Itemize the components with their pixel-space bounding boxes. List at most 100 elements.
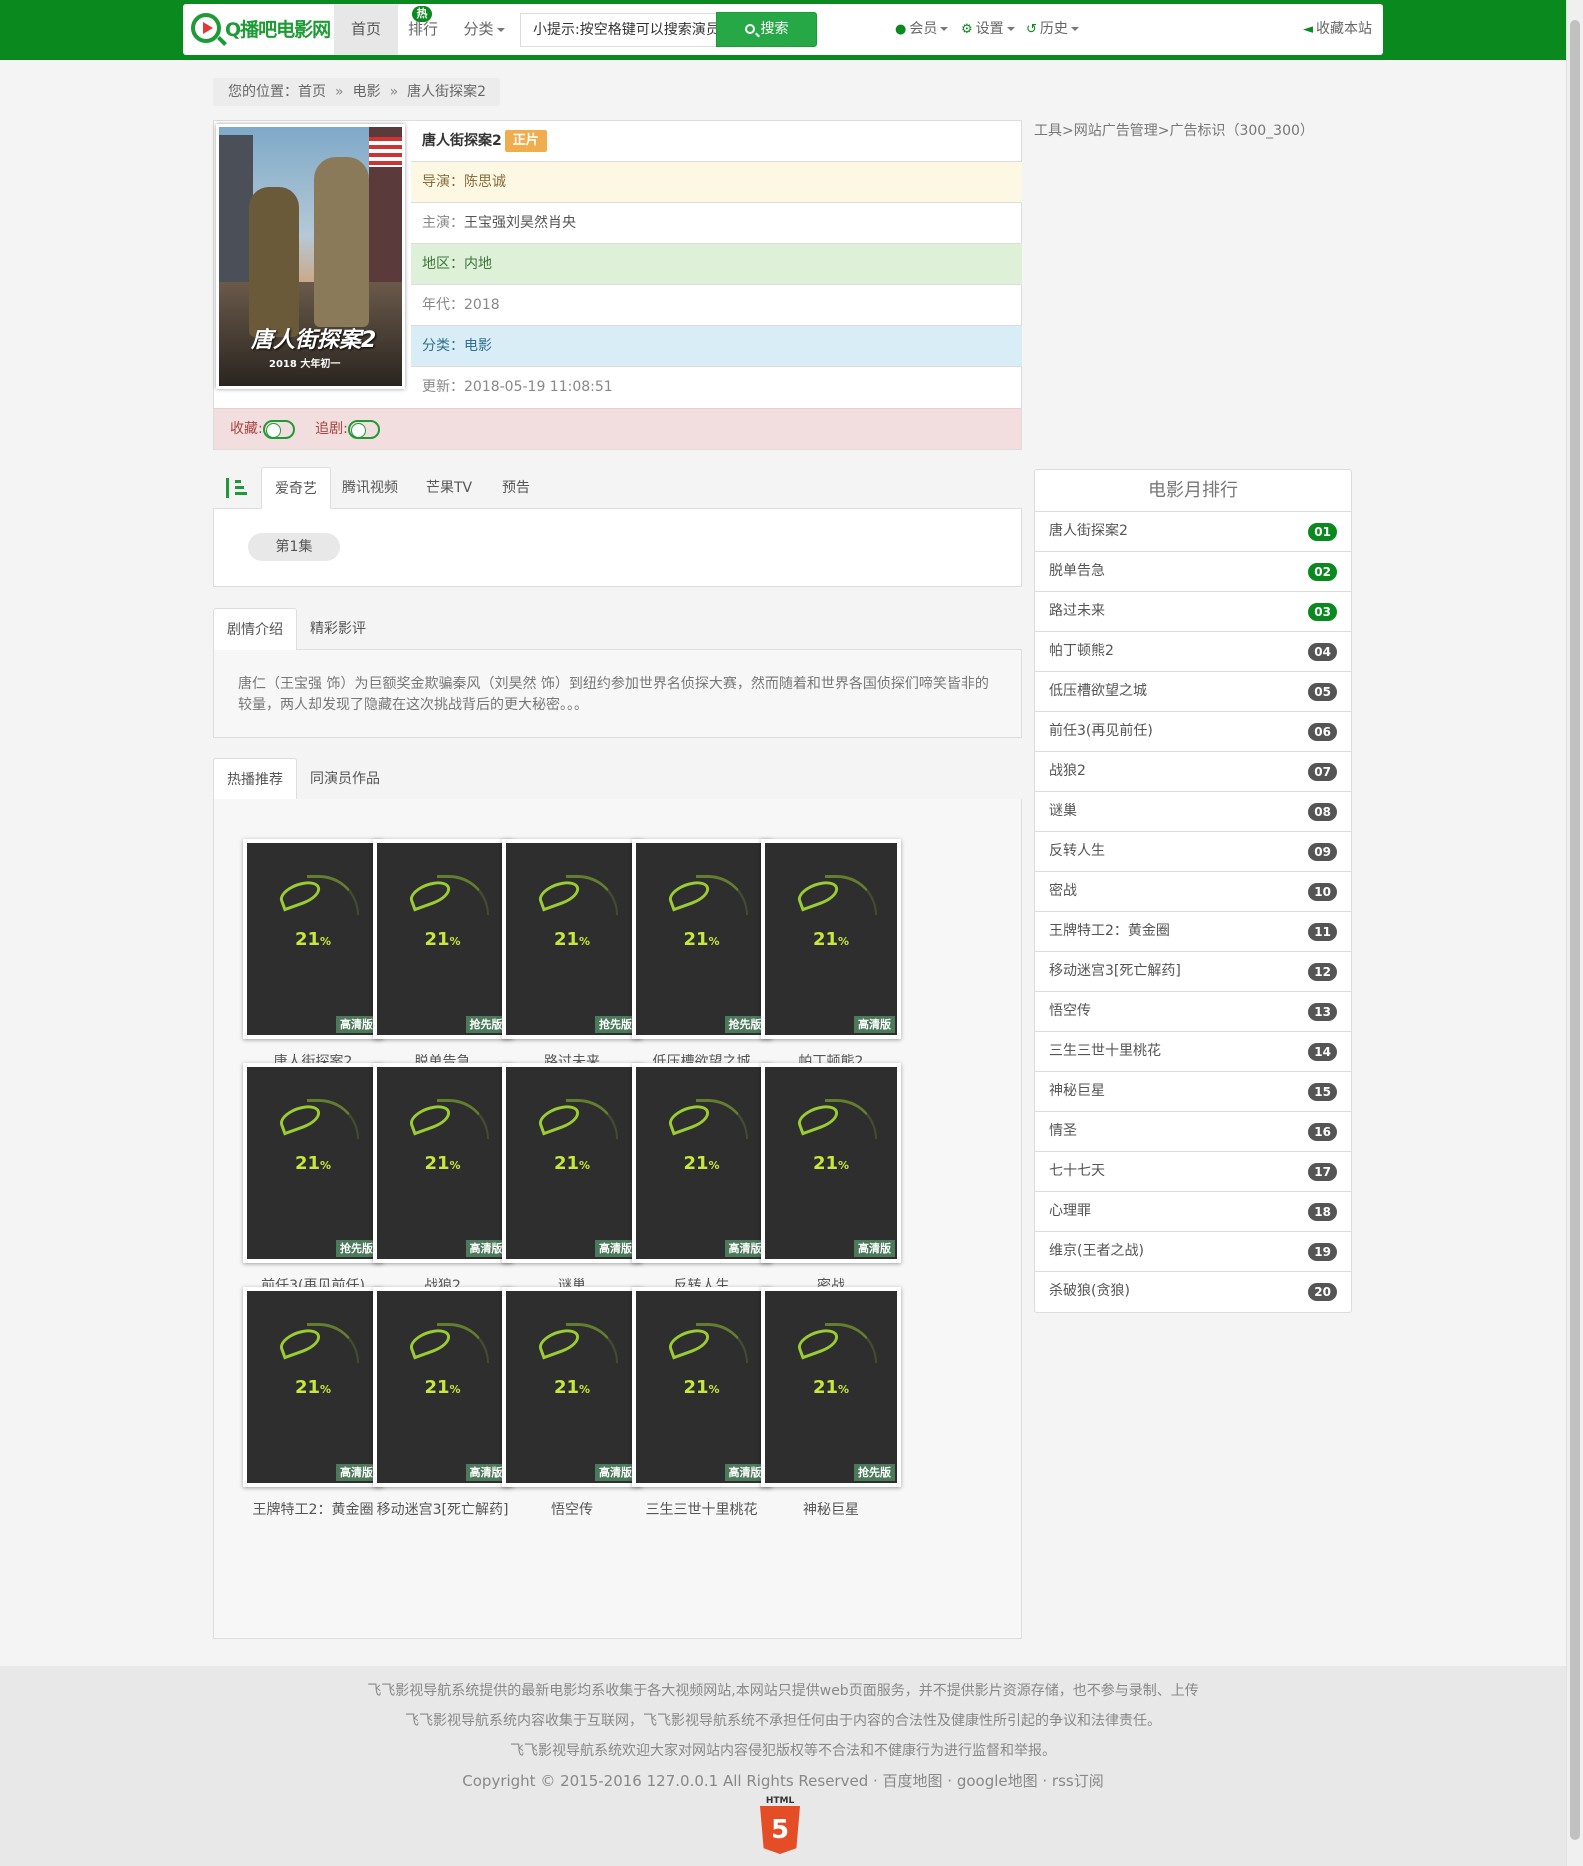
nav-rank-label: 排行 [407,20,438,38]
loading-percent: 21% [553,1377,591,1398]
tab-plot[interactable]: 剧情介绍 [213,608,297,651]
list-item[interactable]: 王牌特工2：黄金圈 11 [1035,912,1351,952]
director-value[interactable]: 陈思诚 [464,174,506,190]
tab-hot[interactable]: 热播推荐 [213,758,297,801]
tab-tencent[interactable]: 腾讯视频 [329,467,411,509]
bookmark-link[interactable]: ◄ 收藏本站 [1303,4,1372,55]
rank-movie-name: 杀破狼(贪狼) [1049,1283,1130,1299]
list-item[interactable]: 唐人街探案2 01 [1035,512,1351,552]
movie-thumbnail[interactable]: 21% 高清版 [243,839,383,1039]
search-input[interactable]: 小提示:按空格键可以搜索演员 [520,13,716,47]
movie-detail: 唐人街探案2 2018 大年初一 唐人街探案2 正片 导演：陈思诚 主演：王宝强刘… [213,120,1022,450]
loading-percent: 21% [812,1377,850,1398]
area-value[interactable]: 内地 [464,256,492,272]
rank-number-badge: 05 [1308,683,1337,701]
tab-trailer[interactable]: 预告 [489,467,543,509]
tab-reviews[interactable]: 精彩影评 [297,608,379,650]
movie-thumbnail[interactable]: 21% 抢先版 [502,839,642,1039]
list-item[interactable]: 杀破狼(贪狼) 20 [1035,1272,1351,1312]
list-item[interactable]: 三生三世十里桃花 14 [1035,1032,1351,1072]
movie-thumbnail[interactable]: 21% 高清版 [631,1287,772,1487]
actors-value[interactable]: 王宝强刘昊然肖央 [464,215,576,231]
rank-number-badge: 10 [1308,883,1337,901]
movie-thumbnail[interactable]: 21% 抢先版 [243,1063,383,1263]
caret-down-icon [1006,27,1015,31]
list-item[interactable]: 战狼2 07 [1035,752,1351,792]
breadcrumb-movie[interactable]: 电影 [353,84,381,100]
loading-placeholder: 21% 抢先版 [765,1291,897,1483]
loading-percent: 21% [294,1377,332,1398]
movie-thumbnail[interactable]: 21% 高清版 [502,1287,642,1487]
footer-line-3: 飞飞影视导航系统欢迎大家对网站内容侵犯版权等不合法和不健康行为进行监督和举报。 [510,1743,1056,1759]
list-item[interactable]: 移动迷宫3[死亡解药] 12 [1035,952,1351,992]
movie-thumbnail[interactable]: 21% 抢先版 [631,839,772,1039]
top-bar: Q播吧电影网 首页 热 排行 分类 小提示:按空格键可以搜索演员 搜索 ● 会员 … [0,0,1566,60]
movie-thumbnail[interactable]: 21% 抢先版 [372,839,513,1039]
movie-thumbnail[interactable]: 21% 高清版 [372,1063,513,1263]
favorite-toggle[interactable] [262,419,295,439]
scrollbar-thumb[interactable] [1570,20,1580,1840]
rank-movie-name: 王牌特工2：黄金圈 [1049,923,1170,939]
site-logo[interactable]: Q播吧电影网 [191,13,331,46]
rank-movie-name: 路过未来 [1049,603,1105,619]
rank-movie-name: 低压槽欲望之城 [1049,683,1147,699]
list-item[interactable]: 路过未来 03 [1035,592,1351,632]
nav-category[interactable]: 分类 [448,4,520,55]
breadcrumb-prefix: 您的位置： [228,84,298,100]
list-item[interactable]: 帕丁顿熊2 04 [1035,632,1351,672]
logo-text: Q播吧电影网 [225,18,331,41]
movie-poster[interactable]: 唐人街探案2 2018 大年初一 [216,124,405,389]
list-item[interactable]: 密战 10 [1035,872,1351,912]
movie-thumbnail[interactable]: 21% 高清版 [243,1287,383,1487]
hot-badge: 热 [412,6,432,22]
history-menu[interactable]: ↺ 历史 [1026,4,1079,55]
follow-toggle[interactable] [347,419,380,439]
tab-mango[interactable]: 芒果TV [413,467,485,509]
rank-number-badge: 06 [1308,723,1337,741]
member-menu[interactable]: ● 会员 [895,4,949,55]
loading-placeholder: 21% 高清版 [376,1067,509,1259]
list-item[interactable]: 七十七天 17 [1035,1152,1351,1192]
movie-thumbnail[interactable]: 21% 高清版 [631,1063,772,1263]
breadcrumb-home[interactable]: 首页 [298,84,326,100]
movie-title-row: 唐人街探案2 正片 [411,121,1022,162]
search-button[interactable]: 搜索 [716,12,817,47]
loading-placeholder: 21% 高清版 [635,1291,768,1483]
movie-thumbnail[interactable]: 21% 高清版 [502,1063,642,1263]
poster-subtitle: 2018 大年初一 [269,359,341,370]
list-item[interactable]: 神秘巨星 15 [1035,1072,1351,1112]
loading-placeholder: 21% 高清版 [376,1291,509,1483]
movie-thumbnail[interactable]: 21% 抢先版 [761,1287,901,1487]
actors-label: 主演： [422,215,464,231]
loading-placeholder: 21% 高清版 [765,1067,897,1259]
list-item[interactable]: 反转人生 09 [1035,832,1351,872]
movie-name[interactable]: 神秘巨星 [751,1499,911,1519]
quality-badge: 高清版 [336,1464,377,1481]
page-scrollbar[interactable] [1566,0,1583,1866]
list-item[interactable]: 低压槽欲望之城 05 [1035,672,1351,712]
episode-button[interactable]: 第1集 [248,533,340,561]
sort-icon[interactable] [226,478,248,500]
nav-home[interactable]: 首页 [334,4,398,55]
category-value[interactable]: 电影 [464,338,492,354]
movie-thumbnail[interactable]: 21% 高清版 [761,839,901,1039]
movie-thumbnail[interactable]: 21% 高清版 [761,1063,901,1263]
rank-movie-name: 移动迷宫3[死亡解药] [1049,963,1181,979]
movie-thumbnail[interactable]: 21% 高清版 [372,1287,513,1487]
list-item[interactable]: 情圣 16 [1035,1112,1351,1152]
list-item[interactable]: 谜巢 08 [1035,792,1351,832]
list-item[interactable]: 悟空传 13 [1035,992,1351,1032]
nav-rank[interactable]: 热 排行 [398,4,448,55]
list-item[interactable]: 前任3(再见前任) 06 [1035,712,1351,752]
rank-number-badge: 04 [1308,643,1337,661]
loading-percent: 21% [553,929,591,950]
loading-percent: 21% [424,1377,461,1398]
list-item[interactable]: 心理罪 18 [1035,1192,1351,1232]
quality-badge: 抢先版 [724,1016,766,1033]
settings-menu[interactable]: ⚙ 设置 [961,4,1015,55]
tab-iqiyi[interactable]: 爱奇艺 [261,467,331,510]
list-item[interactable]: 维京(王者之战) 19 [1035,1232,1351,1272]
quality-badge: 高清版 [465,1240,507,1257]
tab-same-actor[interactable]: 同演员作品 [297,758,393,800]
list-item[interactable]: 脱单告急 02 [1035,552,1351,592]
